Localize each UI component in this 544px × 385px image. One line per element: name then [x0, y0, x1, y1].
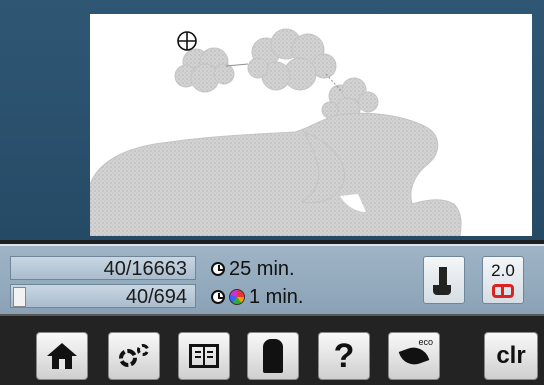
color-stitch-value: 40/694: [125, 286, 187, 308]
embroidery-design: [90, 28, 462, 236]
creative-consultant-button[interactable]: [247, 332, 299, 380]
eco-label: eco: [418, 337, 433, 347]
total-stitch-value: 40/16663: [103, 258, 187, 280]
needle-position-value: 2.0: [491, 261, 515, 280]
home-icon: [47, 343, 77, 369]
help-button[interactable]: ?: [318, 332, 370, 380]
embroidery-machine-screen: 40/16663 40/694 25 min. 1 min. 2.0 ? eco…: [0, 0, 544, 385]
bottom-navigation-bar: ? eco clr: [0, 314, 544, 385]
tutorial-button[interactable]: [178, 332, 230, 380]
color-time-row: 1 min.: [211, 285, 303, 309]
question-mark-icon: ?: [333, 337, 355, 375]
dress-form-icon: [263, 339, 283, 373]
total-time-row: 25 min.: [211, 257, 295, 281]
presser-foot-button[interactable]: [423, 256, 465, 304]
needle-position-icon: [492, 284, 514, 298]
color-progress-fill: [13, 287, 26, 307]
clock-icon: [211, 262, 225, 276]
presser-foot-icon: [433, 267, 451, 295]
stitch-preview-area: [0, 0, 544, 240]
info-panel: 40/16663 40/694 25 min. 1 min. 2.0: [0, 244, 544, 314]
total-stitch-counter: 40/16663: [10, 256, 196, 280]
color-stitch-counter: 40/694: [10, 284, 196, 308]
clear-label: clr: [496, 342, 526, 369]
gears-icon: [117, 343, 151, 369]
cloud-medium: [247, 28, 337, 91]
crosshair-icon[interactable]: [176, 30, 198, 52]
embroidery-canvas[interactable]: [90, 14, 532, 236]
color-time-value: 1 min.: [249, 285, 304, 308]
total-time-value: 25 min.: [229, 257, 295, 280]
clear-button[interactable]: clr: [484, 332, 538, 380]
settings-button[interactable]: [108, 332, 160, 380]
large-shape: [90, 112, 462, 236]
open-book-icon: [189, 344, 219, 368]
cloud-small: [174, 47, 235, 93]
needle-position-button[interactable]: 2.0: [482, 256, 524, 304]
clock-icon: [211, 290, 225, 304]
eco-button[interactable]: eco: [388, 332, 440, 380]
color-palette-icon: [229, 289, 245, 305]
home-button[interactable]: [36, 332, 88, 380]
